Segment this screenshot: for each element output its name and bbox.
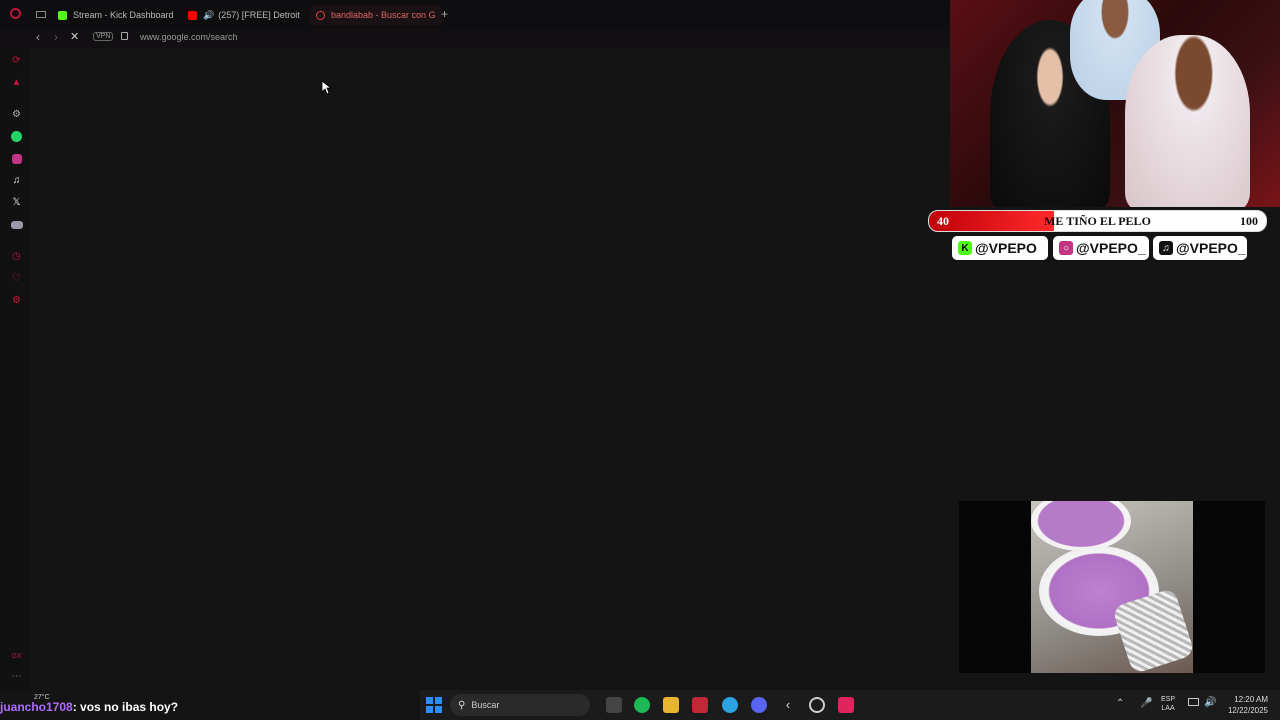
settings-icon[interactable]: ⚙ xyxy=(10,108,23,121)
opera-logo-icon[interactable] xyxy=(10,8,21,19)
clock[interactable]: 12:20 AM 12/22/2025 xyxy=(1220,694,1268,716)
social-handle: @VPEPO_ xyxy=(1176,240,1246,256)
lang-layout: LAA xyxy=(1161,705,1175,712)
search-placeholder: Buscar xyxy=(471,700,500,710)
cup-top xyxy=(1031,501,1131,551)
task-view-icon[interactable] xyxy=(606,697,622,713)
x-twitter-icon[interactable]: 𝕏 xyxy=(10,196,23,209)
mouse-cursor-icon xyxy=(321,80,331,95)
browser-tab-bar: Stream - Kick Dashboard 🔊 (257) [FREE] D… xyxy=(0,0,950,28)
more-icon[interactable]: ⋯ xyxy=(10,670,23,683)
media-overlay-photo xyxy=(1031,501,1193,673)
bookmarks-icon[interactable]: ♡ xyxy=(10,272,23,285)
tiktok-icon: ♫ xyxy=(1159,241,1173,255)
tab-overview-icon[interactable] xyxy=(36,11,46,18)
forward-icon[interactable]: › xyxy=(54,30,58,44)
tiktok-icon[interactable]: ♫ xyxy=(10,174,23,187)
lock-icon xyxy=(121,32,128,40)
clock-time: 12:20 AM xyxy=(1234,695,1268,704)
epic-icon[interactable]: ‹ xyxy=(780,697,796,713)
extensions-icon[interactable]: ⚙ xyxy=(10,294,23,307)
speaker-icon[interactable]: 🔊 xyxy=(203,10,214,21)
webcam-feed xyxy=(950,0,1280,207)
tab-label: Stream - Kick Dashboard xyxy=(73,10,174,20)
stop-loading-icon[interactable]: ✕ xyxy=(70,30,79,43)
social-handle: @VPEPO xyxy=(975,240,1037,256)
lang-code: ESP xyxy=(1161,696,1176,703)
telegram-icon[interactable] xyxy=(722,697,738,713)
person-right xyxy=(1125,35,1250,207)
start-icon[interactable] xyxy=(426,697,442,713)
tab-youtube[interactable]: 🔊 (257) [FREE] Detroit T xyxy=(188,5,302,25)
chat-message: juancho1708 : vos no ibas hoy? xyxy=(0,697,178,717)
tray-chevron-icon[interactable]: ⌃ xyxy=(1116,698,1124,709)
tab-kick-dashboard[interactable]: Stream - Kick Dashboard xyxy=(58,5,178,25)
kick-icon: K xyxy=(958,241,972,255)
chat-text: : vos no ibas hoy? xyxy=(72,700,179,714)
page-viewport[interactable] xyxy=(30,48,950,690)
tab-google-search[interactable]: bandlabab - Buscar con G xyxy=(310,5,442,25)
search-icon: ⚲ xyxy=(458,699,466,711)
kick-icon xyxy=(58,10,67,20)
discord-icon[interactable] xyxy=(10,218,23,231)
tab-label: bandlabab - Buscar con G xyxy=(331,10,436,20)
address-bar: ‹ › ✕ VPN www.google.com/search xyxy=(0,28,950,49)
instagram-icon: ○ xyxy=(1059,241,1073,255)
tab-label: (257) [FREE] Detroit T xyxy=(218,10,302,20)
social-kick: K @VPEPO xyxy=(952,236,1048,260)
windows-taskbar: ⚲ Buscar ‹ ⌃ 🎤 ESP LAA 🔊 12:20 AM 12/22/… xyxy=(420,690,1280,720)
social-tiktok: ♫ @VPEPO_ xyxy=(1153,236,1247,260)
new-tab-icon[interactable]: + xyxy=(441,7,448,21)
instagram-icon[interactable] xyxy=(10,152,23,165)
file-explorer-icon[interactable] xyxy=(663,697,679,713)
chat-username: juancho1708 xyxy=(0,700,73,714)
goal-label: ME TIÑO EL PELO xyxy=(1044,214,1151,228)
network-icon[interactable] xyxy=(1188,698,1199,706)
microphone-icon[interactable]: 🎤 xyxy=(1140,698,1152,709)
social-handle: @VPEPO_ xyxy=(1076,240,1146,256)
social-instagram: ○ @VPEPO_ xyxy=(1053,236,1149,260)
refresh-icon[interactable]: ⟳ xyxy=(10,54,23,67)
weather-temp: 27°C xyxy=(34,694,50,701)
volume-icon[interactable]: 🔊 xyxy=(1204,697,1216,708)
opera-gx-icon[interactable] xyxy=(692,697,708,713)
whatsapp-icon[interactable] xyxy=(10,130,23,143)
gx-control-icon[interactable]: GX xyxy=(10,650,23,663)
url-input[interactable]: www.google.com/search xyxy=(140,32,238,42)
goal-end: 100 xyxy=(1240,214,1258,228)
vpn-badge[interactable]: VPN xyxy=(93,32,114,41)
clock-date: 12/22/2025 xyxy=(1227,706,1268,715)
tiktok-live-icon[interactable] xyxy=(838,697,854,713)
lang-indicator[interactable]: ESP LAA xyxy=(1161,695,1175,713)
history-icon[interactable]: ◷ xyxy=(10,250,23,263)
aria-icon[interactable]: ▲ xyxy=(10,76,23,89)
browser-sidebar: ⟳ ▲ ⚙ ♫ 𝕏 ◷ ♡ ⚙ GX ⋯ xyxy=(0,48,30,690)
youtube-icon xyxy=(188,10,197,20)
taskbar-search[interactable]: ⚲ Buscar xyxy=(450,694,590,716)
goal-progress-bar: 40 ME TIÑO EL PELO 100 xyxy=(928,210,1267,232)
loading-spinner-icon xyxy=(316,10,325,20)
spotify-icon[interactable] xyxy=(634,697,650,713)
back-icon[interactable]: ‹ xyxy=(36,30,40,44)
discord-icon[interactable] xyxy=(751,697,767,713)
obs-icon[interactable] xyxy=(809,697,825,713)
